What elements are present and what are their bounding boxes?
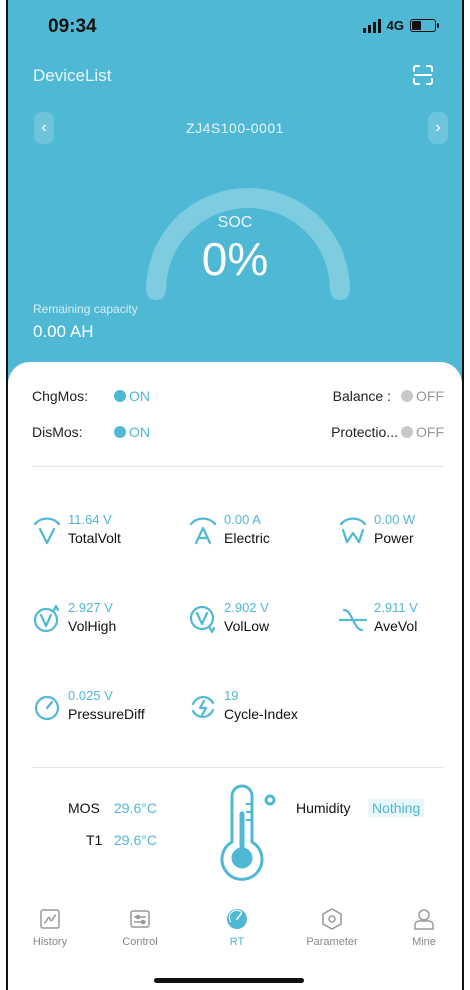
vol-low-icon — [189, 605, 216, 634]
t1-temp-label: T1 — [86, 832, 103, 848]
mos-temp-label: MOS — [68, 800, 100, 816]
metric-value: 19 — [224, 688, 239, 703]
control-icon — [130, 910, 150, 928]
protection-label: Protectio... — [331, 424, 398, 440]
metric-label: TotalVolt — [68, 530, 121, 546]
metric-ave-vol: 2.911 V AveVol — [338, 600, 462, 640]
device-list-link[interactable]: DeviceList — [33, 66, 111, 86]
network-type: 4G — [386, 18, 404, 33]
remaining-capacity-label: Remaining capacity — [33, 302, 138, 316]
metric-value: 2.927 V — [68, 600, 113, 615]
metric-label: VolLow — [224, 618, 270, 634]
parameter-icon — [322, 908, 342, 930]
pressure-diff-icon — [34, 695, 60, 721]
next-device-button[interactable]: › — [428, 112, 448, 144]
chgmos-indicator[interactable] — [114, 390, 126, 402]
tab-label: History — [32, 936, 68, 948]
total-volt-icon — [33, 517, 61, 545]
metric-label: Power — [374, 530, 414, 546]
temperature-section: MOS 29.6°C T1 29.6°C Humidity Nothing — [8, 784, 462, 892]
balance-state: OFF — [416, 388, 444, 404]
rt-icon — [227, 909, 247, 929]
remaining-capacity-value: 0.00 AH — [33, 322, 94, 341]
metric-value: 2.902 V — [224, 600, 269, 615]
protection-state: OFF — [416, 424, 444, 440]
tab-parameter[interactable]: Parameter — [292, 908, 372, 948]
metric-value: 11.64 V — [68, 512, 112, 527]
metric-value: 0.00 W — [374, 512, 416, 527]
mos-temp-value: 29.6°C — [114, 800, 157, 816]
cycle-index-icon — [191, 695, 215, 719]
scan-icon[interactable] — [412, 64, 434, 86]
metric-value: 0.00 A — [224, 512, 261, 527]
balance-row: Balance : OFF — [333, 388, 444, 404]
status-time: 09:34 — [48, 16, 97, 37]
home-indicator[interactable] — [154, 978, 304, 983]
metric-label: VolHigh — [68, 618, 117, 634]
metric-total-volt: 11.64 V TotalVolt — [32, 512, 162, 552]
power-icon — [339, 517, 367, 544]
metric-value: 2.911 V — [374, 600, 418, 615]
metric-label: Electric — [224, 530, 270, 546]
vol-high-icon — [33, 604, 60, 633]
humidity-value: Nothing — [368, 799, 425, 817]
mine-icon — [414, 909, 434, 930]
soc-value: 0% — [201, 233, 269, 285]
header-panel: 09:34 4G DeviceList ‹ ZJ4S100-0001 › SOC… — [8, 0, 462, 420]
history-icon — [40, 909, 60, 929]
metric-vol-high: 2.927 V VolHigh — [32, 600, 162, 640]
battery-icon — [410, 19, 439, 32]
thermometer-icon — [220, 784, 276, 881]
dismos-indicator[interactable] — [114, 426, 126, 438]
metric-power: 0.00 W Power — [338, 512, 462, 552]
metric-value: 0.025 V — [68, 688, 113, 703]
divider — [32, 466, 444, 467]
dismos-state: ON — [129, 424, 150, 440]
protection-indicator[interactable] — [401, 426, 413, 438]
tab-label: Mine — [412, 936, 436, 948]
metric-label: Cycle-Index — [224, 706, 298, 722]
tab-history[interactable]: History — [10, 908, 90, 948]
metric-label: AveVol — [374, 618, 418, 634]
tab-label: Control — [122, 936, 158, 948]
ave-vol-icon — [338, 608, 368, 632]
tab-rt[interactable]: RT — [197, 908, 277, 948]
chgmos-label: ChgMos: — [32, 388, 89, 404]
chgmos-row: ChgMos: ON — [32, 388, 150, 404]
dismos-label: DisMos: — [32, 424, 83, 440]
device-name: ZJ4S100-0001 — [186, 120, 284, 136]
metric-pressure-diff: 0.025 V PressureDiff — [32, 688, 162, 728]
metric-label: PressureDiff — [68, 706, 145, 722]
status-bar: 09:34 4G — [8, 16, 462, 40]
tab-mine[interactable]: Mine — [384, 908, 462, 948]
divider — [32, 767, 444, 768]
balance-indicator[interactable] — [401, 390, 413, 402]
chgmos-state: ON — [129, 388, 150, 404]
t1-temp-value: 29.6°C — [114, 832, 157, 848]
metric-electric: 0.00 A Electric — [188, 512, 318, 552]
signal-icon — [362, 18, 381, 33]
soc-label: SOC — [217, 214, 253, 231]
dismos-row: DisMos: ON — [32, 424, 150, 440]
tab-label: RT — [229, 936, 245, 948]
metric-cycle-index: 19 Cycle-Index — [188, 688, 318, 728]
humidity-label: Humidity — [296, 800, 351, 816]
metric-vol-low: 2.902 V VolLow — [188, 600, 318, 640]
electric-icon — [189, 517, 217, 545]
protection-row: Protectio... OFF — [331, 424, 444, 440]
tab-control[interactable]: Control — [100, 908, 180, 948]
realtime-card: ChgMos: ON DisMos: ON Balance : OFF Prot… — [8, 362, 462, 922]
balance-label: Balance : — [332, 388, 391, 404]
phone-screen: 09:34 4G DeviceList ‹ ZJ4S100-0001 › SOC… — [6, 0, 464, 990]
tab-label: Parameter — [306, 936, 358, 948]
bottom-tab-bar: History Control RT Parameter Mine — [8, 902, 462, 990]
